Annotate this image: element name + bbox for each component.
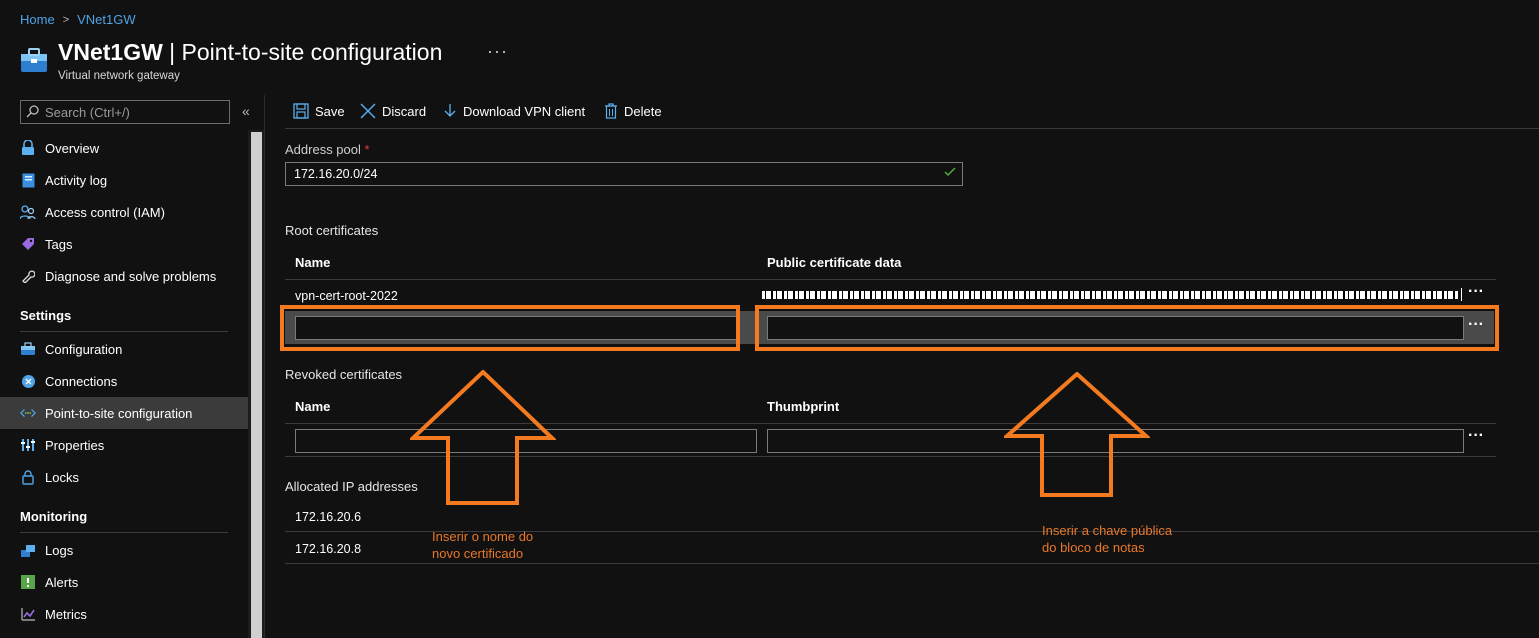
sidebar-scrollbar-thumb[interactable] [251,132,262,638]
sidebar-item-overview[interactable]: Overview [0,132,248,164]
revoked-certificates-title: Revoked certificates [285,367,403,382]
connections-icon [20,373,36,389]
address-pool-field[interactable] [285,162,963,186]
sidebar-item-label: Configuration [45,341,123,357]
sidebar-divider [264,95,265,638]
sidebar-item-locks[interactable]: Locks [0,461,248,493]
close-icon [360,103,376,119]
vpn-gateway-icon [21,48,47,72]
allocated-ip-title: Allocated IP addresses [285,479,418,494]
collapse-sidebar-button[interactable]: « [242,103,250,119]
toolbar-divider [285,128,1539,129]
sidebar-item-label: Properties [45,437,105,453]
search-box[interactable] [20,100,230,124]
root-name-column-header: Name [295,255,331,270]
sidebar-item-label: Access control (IAM) [45,204,165,220]
sidebar-item-point-to-site[interactable]: Point-to-site configuration [0,397,248,429]
allocated-ip-item: 172.16.20.6 [295,510,362,524]
address-pool-value: 172.16.20.0/24 [294,167,378,181]
root-row-more-button[interactable]: ··· [1468,283,1484,301]
metrics-icon [20,606,36,622]
text-cursor [1461,288,1462,301]
properties-icon [20,437,36,453]
alert-icon [20,574,36,590]
annotation-arrow-up-icon [410,370,556,505]
sidebar-item-label: Tags [45,236,73,252]
revoked-thumbprint-column-header: Thumbprint [767,399,840,414]
sidebar-item-metrics[interactable]: Metrics [0,598,248,630]
discard-button[interactable]: Discard [360,103,426,119]
iam-icon [20,204,36,220]
delete-button[interactable]: Delete [604,103,662,119]
root-cert-data-redacted [762,291,1458,299]
page-title: VNet1GW | Point-to-site configuration [58,39,443,65]
sidebar-item-properties[interactable]: Properties [0,429,248,461]
search-input[interactable] [41,104,225,120]
tag-icon [20,236,36,252]
annotation-box-data [755,305,1499,351]
root-header-divider [285,279,1496,280]
chevron-right-icon: > [62,13,70,26]
lock-icon [20,469,36,485]
sidebar-item-activity-log[interactable]: Activity log [0,164,248,196]
root-data-column-header: Public certificate data [767,255,902,270]
annotation-text-name: Inserir o nome do novo certificado [432,529,534,561]
sidebar-item-label: Connections [45,373,118,389]
annotation-text-data: Inserir a chave pública do bloco de nota… [1042,523,1173,555]
monitoring-divider [20,532,228,533]
sidebar-item-iam[interactable]: Access control (IAM) [0,196,248,228]
breadcrumb-home-link[interactable]: Home [20,12,55,27]
settings-divider [20,331,228,332]
sidebar-item-diagnose[interactable]: Diagnose and solve problems [0,260,248,292]
root-cert-name: vpn-cert-root-2022 [295,289,398,303]
activity-log-icon [20,172,36,188]
annotation-arrow-up-icon [1004,372,1150,497]
allocated-row-divider [285,563,1539,564]
revoked-row-more-button[interactable]: ··· [1468,427,1484,445]
annotation-box-name [280,305,740,351]
breadcrumb: Home > VNet1GW [20,12,136,27]
sidebar-item-tags[interactable]: Tags [0,228,248,260]
settings-section-header: Settings [20,308,72,323]
save-icon [293,103,309,119]
save-button[interactable]: Save [293,103,345,119]
monitoring-section-header: Monitoring [20,509,88,524]
more-options-button[interactable]: ··· [487,41,508,62]
sidebar-item-label: Point-to-site configuration [45,405,193,421]
page-subtitle: Virtual network gateway [58,70,180,82]
sidebar-item-label: Alerts [45,574,79,590]
checkmark-icon [944,167,956,176]
search-icon [26,105,39,118]
sidebar-item-label: Metrics [45,606,87,622]
point-to-site-icon [20,405,36,421]
root-certificates-title: Root certificates [285,223,379,238]
trash-icon [605,103,617,119]
wrench-icon [20,268,36,284]
sidebar-item-connections[interactable]: Connections [0,365,248,397]
download-vpn-client-button[interactable]: Download VPN client [443,103,585,119]
address-pool-label: Address pool * [285,142,370,157]
overview-icon [20,140,36,156]
sidebar-item-label: Overview [45,140,100,156]
download-icon [444,104,456,117]
breadcrumb-current-link[interactable]: VNet1GW [77,12,136,27]
sidebar-item-label: Activity log [45,172,108,188]
sidebar-item-configuration[interactable]: Configuration [0,333,248,365]
sidebar-item-label: Diagnose and solve problems [45,268,217,284]
logs-icon [20,542,36,558]
revoked-name-column-header: Name [295,399,331,414]
sidebar-item-label: Locks [45,469,79,485]
toolbox-icon [20,341,36,357]
sidebar-item-logs[interactable]: Logs [0,534,248,566]
sidebar-item-alerts[interactable]: Alerts [0,566,248,598]
sidebar-item-label: Logs [45,542,74,558]
allocated-ip-item: 172.16.20.8 [295,542,362,556]
